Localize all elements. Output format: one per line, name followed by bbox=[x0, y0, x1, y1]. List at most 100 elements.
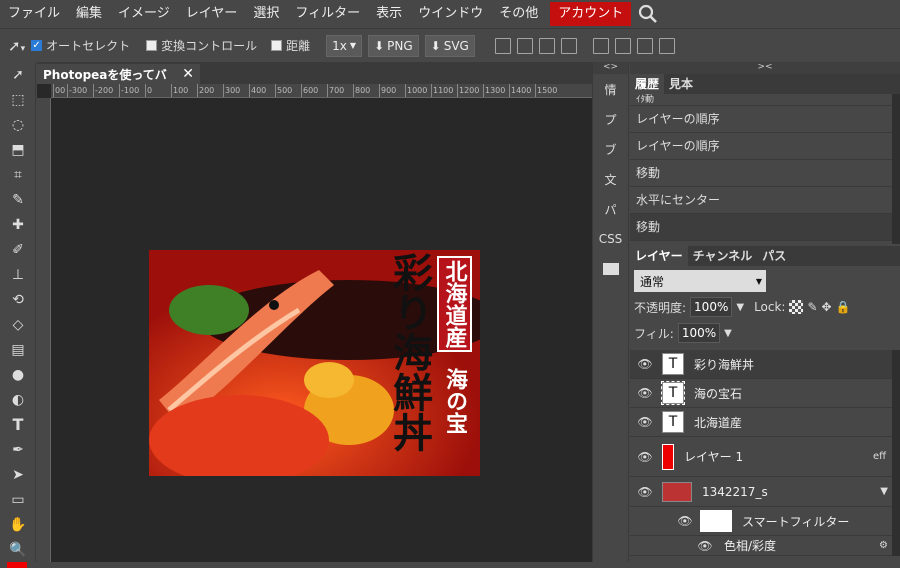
eraser-tool[interactable]: ◇ bbox=[0, 312, 36, 337]
auto-select-checkbox[interactable]: ✓ オートセレクト bbox=[31, 37, 130, 54]
lock-pixels-icon[interactable]: ✎ bbox=[807, 300, 817, 314]
menu-account[interactable]: アカウント bbox=[550, 2, 632, 26]
brush-tool[interactable]: ✐ bbox=[0, 237, 36, 262]
dock-brush-button[interactable]: ブ bbox=[593, 134, 628, 164]
text-tool[interactable]: T bbox=[0, 412, 36, 437]
quick-select-tool[interactable]: ⬒ bbox=[0, 137, 36, 162]
menu-edit[interactable]: 編集 bbox=[68, 2, 110, 26]
tab-channels[interactable]: チャンネル bbox=[688, 246, 758, 266]
align-middle-icon[interactable] bbox=[592, 37, 609, 54]
document-tab[interactable]: Photopeaを使ってバ ✕ bbox=[37, 64, 200, 84]
chevron-down-icon[interactable]: ▼ bbox=[724, 328, 732, 339]
visibility-eye-icon[interactable]: 👁 bbox=[636, 415, 654, 429]
tab-paths[interactable]: パス bbox=[757, 246, 791, 266]
image-canvas[interactable]: 北海道産 彩り海鮮丼 海の宝 bbox=[149, 250, 480, 476]
chevron-down-icon[interactable]: ▼ bbox=[736, 302, 744, 313]
lock-position-icon[interactable]: ✥ bbox=[822, 300, 832, 314]
dock-image-button[interactable] bbox=[593, 254, 628, 284]
menu-image[interactable]: イメージ bbox=[110, 2, 178, 26]
distribute-h-icon[interactable] bbox=[658, 37, 675, 54]
pen-tool[interactable]: ✒ bbox=[0, 437, 36, 462]
history-item[interactable]: 移動 bbox=[630, 160, 892, 187]
export-png-button[interactable]: ⬇ PNG bbox=[368, 34, 419, 57]
shape-tool[interactable]: ▭ bbox=[0, 487, 36, 512]
visibility-eye-icon[interactable]: 👁 bbox=[636, 386, 654, 400]
zoom-tool[interactable]: 🔍 bbox=[0, 537, 36, 562]
tab-layers[interactable]: レイヤー bbox=[630, 246, 688, 266]
path-select-tool[interactable]: ➤ bbox=[0, 462, 36, 487]
layer-row[interactable]: 👁 T 海の宝石 bbox=[630, 379, 892, 408]
blur-tool[interactable]: ● bbox=[0, 362, 36, 387]
fill-input[interactable]: 100% bbox=[677, 323, 721, 343]
export-svg-button[interactable]: ⬇ SVG bbox=[424, 34, 475, 57]
crop-tool[interactable]: ⌗ bbox=[0, 162, 36, 187]
history-item[interactable]: 移動 bbox=[630, 214, 892, 241]
tab-swatches[interactable]: 見本 bbox=[664, 74, 698, 94]
transform-controls-checkbox[interactable]: 変換コントロール bbox=[146, 37, 257, 54]
align-left-icon[interactable] bbox=[494, 37, 511, 54]
opacity-input[interactable]: 100% bbox=[690, 297, 733, 317]
history-item[interactable]: レイヤーの順序 bbox=[630, 133, 892, 160]
sub-text: 海の宝 bbox=[442, 368, 468, 434]
scale-dropdown[interactable]: 1x ▼ bbox=[326, 34, 363, 57]
healing-tool[interactable]: ✚ bbox=[0, 212, 36, 237]
foreground-color-swatch[interactable] bbox=[7, 562, 27, 568]
move-tool[interactable]: ➚ bbox=[0, 62, 36, 87]
checkbox-icon bbox=[271, 40, 283, 51]
dock-info-button[interactable]: 情 bbox=[593, 74, 628, 104]
history-item[interactable]: 水平にセンター bbox=[630, 187, 892, 214]
menu-layer[interactable]: レイヤー bbox=[178, 2, 246, 26]
stamp-tool[interactable]: ⊥ bbox=[0, 262, 36, 287]
visibility-eye-icon[interactable]: 👁 bbox=[636, 357, 654, 371]
visibility-eye-icon[interactable]: 👁 bbox=[636, 450, 654, 464]
ruler-tick-label: 700 bbox=[327, 84, 353, 97]
visibility-eye-icon[interactable]: 👁 bbox=[696, 539, 714, 553]
filter-row[interactable]: 👁 色相/彩度 ⚙ bbox=[630, 536, 892, 556]
history-item[interactable]: ｲﾀ動 bbox=[630, 94, 892, 106]
ruler-tick-label: 400 bbox=[249, 84, 275, 97]
visibility-eye-icon[interactable]: 👁 bbox=[676, 514, 694, 528]
menu-select[interactable]: 選択 bbox=[245, 2, 287, 26]
close-icon[interactable]: ✕ bbox=[182, 66, 194, 82]
dodge-tool[interactable]: ◐ bbox=[0, 387, 36, 412]
search-icon[interactable] bbox=[637, 3, 659, 25]
effects-badge[interactable]: eff bbox=[873, 451, 886, 462]
marquee-tool[interactable]: ⬚ bbox=[0, 87, 36, 112]
history-brush-tool[interactable]: ⟲ bbox=[0, 287, 36, 312]
align-center-icon[interactable] bbox=[516, 37, 533, 54]
lock-transparency-icon[interactable] bbox=[789, 300, 804, 314]
eyedropper-tool[interactable]: ✎ bbox=[0, 187, 36, 212]
visibility-eye-icon[interactable]: 👁 bbox=[636, 485, 654, 499]
image-icon bbox=[602, 263, 619, 275]
menu-filter[interactable]: フィルター bbox=[287, 2, 368, 26]
chevron-down-icon[interactable]: ▼ bbox=[880, 486, 888, 497]
tab-history[interactable]: 履歴 bbox=[630, 74, 665, 94]
dock-properties-button[interactable]: プ bbox=[593, 104, 628, 134]
dock-paragraph-button[interactable]: パ bbox=[593, 194, 628, 224]
distances-checkbox[interactable]: 距離 bbox=[271, 37, 310, 54]
layer-row[interactable]: 👁 T 北海道産 bbox=[630, 408, 892, 437]
distribute-icon[interactable] bbox=[636, 37, 653, 54]
dock-character-button[interactable]: 文 bbox=[593, 164, 628, 194]
filter-settings-icon[interactable]: ⚙ bbox=[879, 540, 888, 551]
layer-row[interactable]: 👁 1342217_s ▼ bbox=[630, 477, 892, 507]
menu-file[interactable]: ファイル bbox=[0, 2, 68, 26]
menu-window[interactable]: ウインドウ bbox=[410, 2, 491, 26]
align-top-icon[interactable] bbox=[560, 37, 577, 54]
lasso-tool[interactable]: ◌ bbox=[0, 112, 36, 137]
right-dock-toggle[interactable]: >< bbox=[630, 62, 900, 74]
menu-view[interactable]: 表示 bbox=[368, 2, 410, 26]
history-item[interactable]: レイヤーの順序 bbox=[630, 106, 892, 133]
blend-mode-dropdown[interactable]: 通常 ▼ bbox=[634, 270, 766, 292]
layer-row[interactable]: 👁 レイヤー 1 eff bbox=[630, 437, 892, 477]
gradient-tool[interactable]: ▤ bbox=[0, 337, 36, 362]
layer-row[interactable]: 👁 T 彩り海鮮丼 bbox=[630, 350, 892, 379]
smart-filter-row[interactable]: 👁 スマートフィルター bbox=[630, 507, 892, 536]
hand-tool[interactable]: ✋ bbox=[0, 512, 36, 537]
lock-all-icon[interactable]: 🔒 bbox=[836, 300, 851, 314]
align-right-icon[interactable] bbox=[538, 37, 555, 54]
menu-more[interactable]: その他 bbox=[491, 2, 546, 26]
dock-collapse-toggle[interactable]: <> bbox=[593, 62, 628, 74]
dock-css-button[interactable]: CSS bbox=[593, 224, 628, 254]
align-bottom-icon[interactable] bbox=[614, 37, 631, 54]
